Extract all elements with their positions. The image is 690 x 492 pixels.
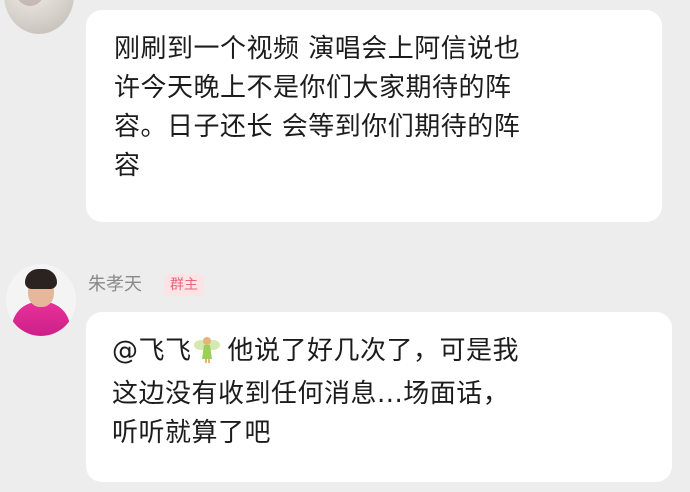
message-text-line: 容。日子还长 会等到你们期待的阵 [114, 112, 521, 142]
message-text-line: 容 [114, 151, 141, 181]
avatar-photo-detail [16, 0, 44, 6]
message-text-line: 这边没有收到任何消息...场面话， [112, 379, 510, 409]
sender-name[interactable]: 朱孝天 [88, 272, 142, 298]
avatar-outfit [12, 302, 70, 336]
member-avatar[interactable] [4, 0, 74, 34]
message-text-line: 刚刷到一个视频 演唱会上阿信说也 [114, 34, 521, 64]
chat-screen: 刚刷到一个视频 演唱会上阿信说也 许今天晚上不是你们大家期待的阵 容。日子还长 … [0, 0, 690, 492]
message-text-line: @飞飞 他说了好几次了，可是我 [112, 332, 650, 375]
message-text-line: 许今天晚上不是你们大家期待的阵 [114, 73, 512, 103]
avatar-hair [25, 269, 57, 289]
message-text-segment: 他说了好几次了，可是我 [227, 336, 520, 366]
owner-avatar[interactable] [6, 264, 76, 336]
fairy-emoji-icon [193, 335, 220, 375]
group-owner-badge: 群主 [164, 274, 204, 296]
message-bubble[interactable]: @飞飞 他说了好几次了，可是我 这边没有收到任何消息...场面话， 听听就算了吧 [86, 312, 672, 482]
mention-tag[interactable]: @飞飞 [112, 336, 192, 366]
message-bubble[interactable]: 刚刷到一个视频 演唱会上阿信说也 许今天晚上不是你们大家期待的阵 容。日子还长 … [86, 10, 662, 222]
message-text-line: 听听就算了吧 [112, 418, 272, 448]
